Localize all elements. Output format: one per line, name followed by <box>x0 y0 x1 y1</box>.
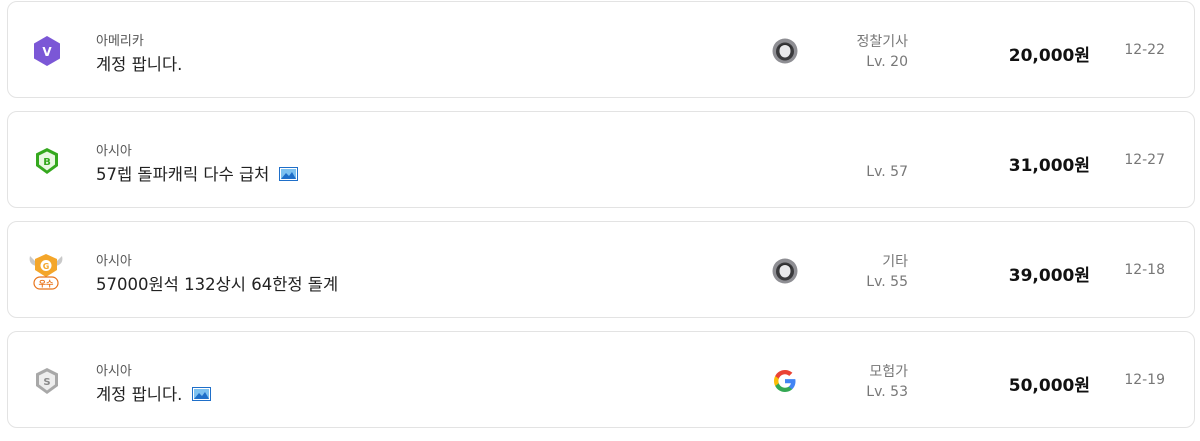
listing-card[interactable]: S 아시아 계정 팝니다. 모험가 Lv. 53 50,000원 12-19 <box>7 331 1195 428</box>
svg-text:B: B <box>43 157 51 168</box>
character-class: 모험가 <box>869 364 908 380</box>
listing-price: 20,000원 <box>1008 46 1090 66</box>
listing-card[interactable]: G 우수 아시아 57000원석 132상시 64한정 돌계 기타 Lv. 55… <box>7 221 1195 318</box>
v-grade-badge-icon: V <box>28 32 66 70</box>
listing-date: 12-19 <box>1124 372 1165 388</box>
server-label: 아시아 <box>96 364 132 379</box>
svg-text:V: V <box>42 45 52 59</box>
listing-card[interactable]: B 아시아 57렙 돌파캐릭 다수 급처 Lv. 57 31,000원 12-2… <box>7 111 1195 208</box>
badge-excellent-text: 우수 <box>39 280 54 289</box>
character-level: Lv. 55 <box>866 274 908 290</box>
listing-title-text: 계정 팝니다. <box>96 385 183 404</box>
listing-date: 12-22 <box>1124 42 1165 58</box>
b-grade-badge-icon: B <box>28 142 66 180</box>
default-account-icon <box>772 38 798 64</box>
listing-title-text: 57000원석 132상시 64한정 돌계 <box>96 275 339 294</box>
svg-text:S: S <box>43 377 50 388</box>
listing-title[interactable]: 계정 팝니다. <box>96 51 182 75</box>
server-label: 아시아 <box>96 144 132 159</box>
character-class: 정찰기사 <box>856 34 908 50</box>
listing-price: 50,000원 <box>1008 376 1090 396</box>
character-level: Lv. 20 <box>866 54 908 70</box>
listing-title-text: 계정 팝니다. <box>96 55 183 74</box>
server-label: 아메리카 <box>96 34 144 49</box>
listing-date: 12-27 <box>1124 152 1165 168</box>
default-account-icon <box>772 258 798 284</box>
listing-price: 31,000원 <box>1008 156 1090 176</box>
listing-title[interactable]: 57렙 돌파캐릭 다수 급처 <box>96 161 299 185</box>
google-icon <box>772 368 798 394</box>
server-label: 아시아 <box>96 254 132 269</box>
listing-title-text: 57렙 돌파캐릭 다수 급처 <box>96 165 270 184</box>
character-level: Lv. 57 <box>866 164 908 180</box>
listing-price: 39,000원 <box>1008 266 1090 286</box>
image-attached-icon <box>192 386 212 401</box>
image-attached-icon <box>279 166 299 181</box>
listing-title[interactable]: 57000원석 132상시 64한정 돌계 <box>96 271 338 295</box>
svg-text:G: G <box>43 262 50 271</box>
character-level: Lv. 53 <box>866 384 908 400</box>
listing-card[interactable]: V 아메리카 계정 팝니다. 정찰기사 Lv. 20 20,000원 12-22 <box>7 1 1195 98</box>
listing-title[interactable]: 계정 팝니다. <box>96 381 212 405</box>
g-grade-excellent-badge-icon: G 우수 <box>24 250 68 292</box>
s-grade-badge-icon: S <box>28 362 66 400</box>
listing-date: 12-18 <box>1124 262 1165 278</box>
listing-list: V 아메리카 계정 팝니다. 정찰기사 Lv. 20 20,000원 12-22… <box>7 1 1195 441</box>
character-class: 기타 <box>882 254 908 270</box>
